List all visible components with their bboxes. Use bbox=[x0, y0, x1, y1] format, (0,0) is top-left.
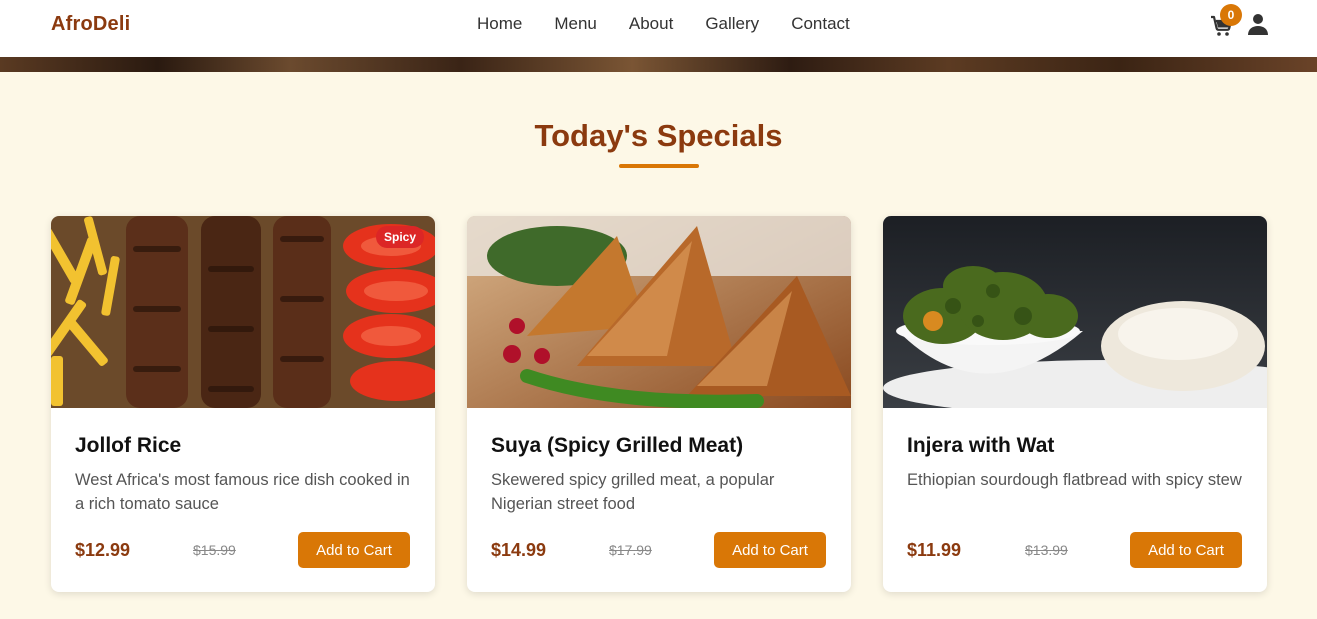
dish-old-price: $15.99 bbox=[193, 542, 236, 558]
dish-old-price: $17.99 bbox=[609, 542, 652, 558]
dish-image: Spicy bbox=[51, 216, 435, 408]
dish-description: West Africa's most famous rice dish cook… bbox=[75, 471, 410, 513]
nav-about[interactable]: About bbox=[629, 14, 673, 34]
brand-logo[interactable]: AfroDeli bbox=[51, 13, 130, 36]
special-card: Suya (Spicy Grilled Meat) Skewered spicy… bbox=[467, 216, 851, 592]
dish-name: Jollof Rice bbox=[75, 434, 182, 457]
nav-home[interactable]: Home bbox=[477, 14, 522, 34]
dish-description: Ethiopian sourdough flatbread with spicy… bbox=[907, 471, 1242, 489]
dish-description: Skewered spicy grilled meat, a popular N… bbox=[491, 471, 775, 513]
account-button[interactable] bbox=[1248, 13, 1268, 35]
dish-name: Suya (Spicy Grilled Meat) bbox=[491, 434, 744, 457]
dish-name: Injera with Wat bbox=[907, 434, 1055, 457]
cart-button[interactable]: 0 bbox=[1210, 4, 1242, 38]
dish-price: $14.99 bbox=[491, 540, 547, 560]
dish-image bbox=[467, 216, 851, 408]
section-title: Today's Specials bbox=[534, 118, 783, 153]
special-card: Spicy Jollof Rice West Africa's most fam… bbox=[51, 216, 435, 592]
nav-gallery[interactable]: Gallery bbox=[705, 14, 759, 34]
dish-image bbox=[883, 216, 1267, 408]
cart-count-badge: 0 bbox=[1220, 4, 1242, 26]
add-to-cart-button[interactable]: Add to Cart bbox=[714, 532, 826, 568]
dish-old-price: $13.99 bbox=[1025, 542, 1068, 558]
spicy-badge: Spicy bbox=[375, 226, 424, 248]
add-to-cart-button[interactable]: Add to Cart bbox=[1130, 532, 1242, 568]
dish-price: $12.99 bbox=[75, 540, 131, 560]
user-icon bbox=[1248, 14, 1268, 35]
add-to-cart-button[interactable]: Add to Cart bbox=[298, 532, 410, 568]
nav-menu[interactable]: Menu bbox=[554, 14, 597, 34]
navbar: AfroDeli Home Menu About Gallery Contact… bbox=[0, 0, 1317, 57]
hero-image-strip bbox=[0, 57, 1317, 72]
dish-price: $11.99 bbox=[907, 540, 962, 560]
main-nav: Home Menu About Gallery Contact bbox=[477, 14, 850, 34]
title-underline bbox=[619, 164, 699, 168]
nav-contact[interactable]: Contact bbox=[791, 14, 850, 34]
special-card: Injera with Wat Ethiopian sourdough flat… bbox=[883, 216, 1267, 592]
